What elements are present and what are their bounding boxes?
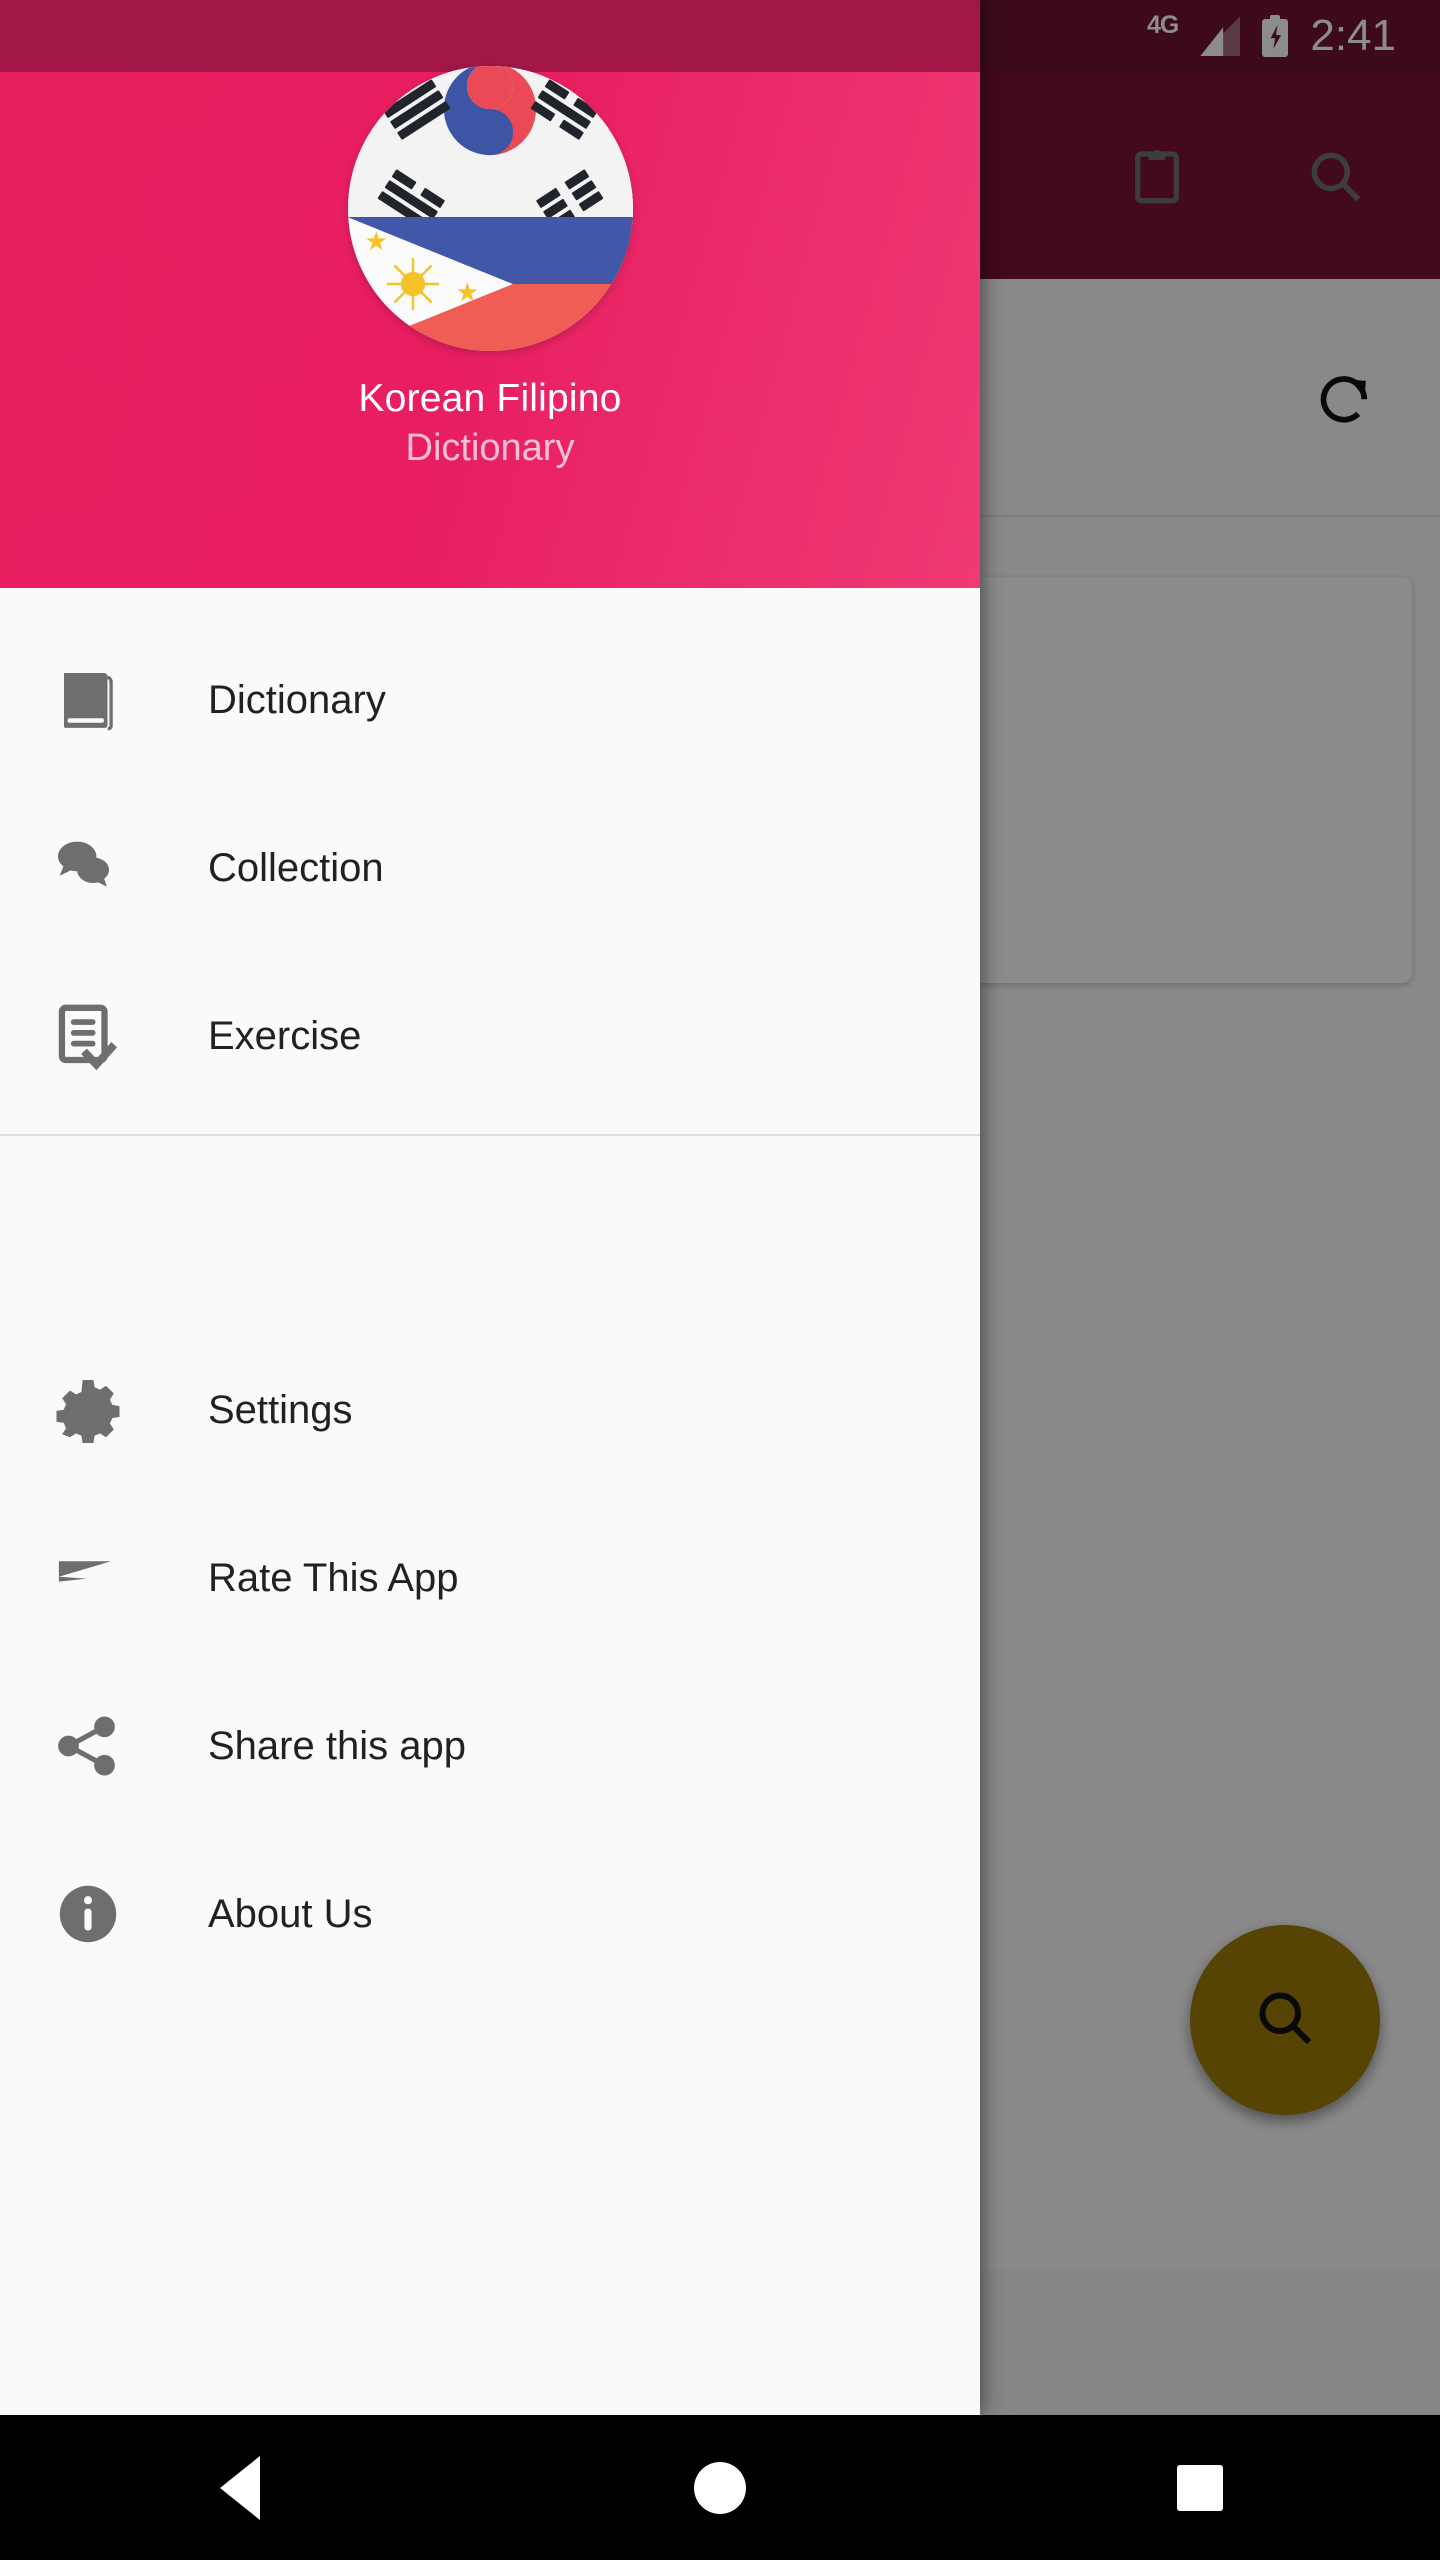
sidebar-item-settings[interactable]: Settings (0, 1326, 980, 1494)
philippine-flag-half: ★ ★ (347, 217, 633, 351)
send-icon (52, 1542, 124, 1614)
nav-home-button[interactable] (480, 2461, 960, 2514)
sidebar-item-dictionary[interactable]: Dictionary (0, 616, 980, 784)
drawer-status-overlay (0, 0, 980, 72)
korean-flag-half (347, 66, 633, 230)
drawer-header: ★ ★ Korean Filipino Dictionary (0, 0, 980, 588)
back-triangle-icon (220, 2455, 260, 2520)
share-icon (52, 1710, 124, 1782)
taeguk-symbol (442, 66, 538, 157)
chat-bubbles-icon (52, 832, 124, 904)
phone-screen: 4G 2:41 ★ ★ Korean Filipino Dictionary D… (0, 0, 1440, 2560)
drawer-menu: Dictionary Collection Exercise Settings … (0, 588, 980, 2415)
book-icon (52, 664, 124, 736)
sidebar-item-label: Share this app (208, 1723, 466, 1768)
navigation-drawer: ★ ★ Korean Filipino Dictionary Dictionar… (0, 0, 980, 2415)
nav-recents-button[interactable] (960, 2464, 1440, 2511)
document-check-icon (52, 1000, 124, 1072)
system-navigation-bar (0, 2415, 1440, 2560)
sidebar-item-label: Dictionary (208, 677, 386, 722)
recents-square-icon (1177, 2464, 1223, 2511)
gear-icon (52, 1374, 124, 1446)
sidebar-item-rate-this-app[interactable]: Rate This App (0, 1494, 980, 1662)
avatar: ★ ★ (347, 66, 633, 351)
drawer-subtitle: Dictionary (405, 427, 575, 469)
nav-back-button[interactable] (0, 2455, 480, 2520)
sidebar-item-label: Settings (208, 1387, 353, 1432)
philippine-sun-icon (385, 256, 441, 312)
drawer-primary-group: Dictionary Collection Exercise (0, 616, 980, 1120)
sidebar-item-label: Collection (208, 845, 384, 890)
drawer-secondary-group: Settings Rate This App Share this app Ab… (0, 1326, 980, 1998)
sidebar-item-label: Exercise (208, 1013, 362, 1058)
drawer-title: Korean Filipino (358, 377, 622, 420)
info-icon (52, 1878, 124, 1950)
sidebar-item-exercise[interactable]: Exercise (0, 952, 980, 1120)
sidebar-item-about-us[interactable]: About Us (0, 1830, 980, 1998)
sidebar-item-label: About Us (208, 1891, 373, 1936)
home-circle-icon (694, 2461, 746, 2514)
sidebar-item-share-this-app[interactable]: Share this app (0, 1662, 980, 1830)
drawer-group-spacer (0, 1136, 980, 1326)
sidebar-item-label: Rate This App (208, 1555, 459, 1600)
sidebar-item-collection[interactable]: Collection (0, 784, 980, 952)
